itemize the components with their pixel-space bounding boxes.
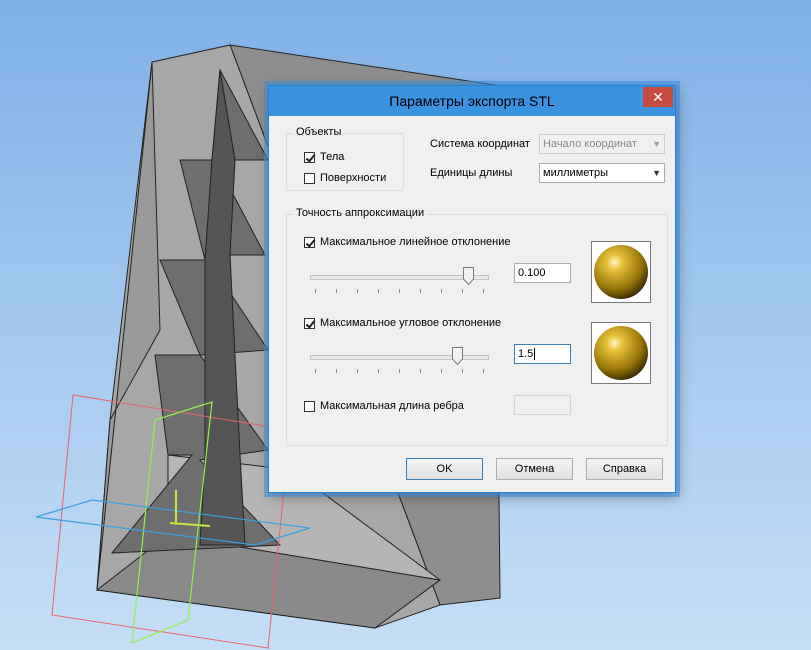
units-value: миллиметры xyxy=(543,167,609,179)
accuracy-group: Точность аппроксимации Максимальное лине… xyxy=(286,207,668,446)
close-icon: ✕ xyxy=(652,89,664,105)
edge-length-checkbox[interactable] xyxy=(304,401,315,412)
help-button[interactable]: Справка xyxy=(586,458,663,480)
surfaces-checkbox[interactable] xyxy=(304,173,315,184)
linear-deviation-checkbox[interactable] xyxy=(304,237,315,248)
sphere-preview-icon xyxy=(594,245,648,299)
accuracy-legend: Точность аппроксимации xyxy=(293,207,428,219)
bodies-label[interactable]: Тела xyxy=(320,151,344,163)
surfaces-label[interactable]: Поверхности xyxy=(320,172,386,184)
angular-deviation-checkbox[interactable] xyxy=(304,318,315,329)
edge-length-label[interactable]: Максимальная длина ребра xyxy=(320,400,464,412)
edge-length-input[interactable] xyxy=(514,395,571,415)
stl-export-dialog: Параметры экспорта STL ✕ Объекты Тела По… xyxy=(268,85,676,493)
coords-label: Система координат xyxy=(430,138,530,150)
close-button[interactable]: ✕ xyxy=(643,87,673,107)
dialog-client: Объекты Тела Поверхности Система координ… xyxy=(275,116,669,488)
angular-deviation-slider-thumb[interactable] xyxy=(452,347,463,365)
units-label: Единицы длины xyxy=(430,167,513,179)
angular-deviation-value: 1.5 xyxy=(518,348,534,360)
dialog-title: Параметры экспорта STL xyxy=(389,93,555,109)
text-caret xyxy=(534,348,536,361)
title-bar[interactable]: Параметры экспорта STL ✕ xyxy=(269,86,675,116)
angular-deviation-preview xyxy=(591,322,651,384)
bodies-checkbox[interactable] xyxy=(304,152,315,163)
linear-deviation-input[interactable]: 0.100 xyxy=(514,263,571,283)
ok-button[interactable]: OK xyxy=(406,458,483,480)
chevron-down-icon: ▼ xyxy=(652,139,661,149)
coords-value: Начало координат xyxy=(543,138,637,150)
linear-deviation-preview xyxy=(591,241,651,303)
coords-select[interactable]: Начало координат ▼ xyxy=(539,134,665,154)
cancel-button[interactable]: Отмена xyxy=(496,458,573,480)
chevron-down-icon: ▼ xyxy=(652,168,661,178)
linear-deviation-label[interactable]: Максимальное линейное отклонение xyxy=(320,236,511,248)
linear-deviation-slider-thumb[interactable] xyxy=(463,267,474,285)
linear-deviation-ticks xyxy=(315,289,485,294)
angular-deviation-ticks xyxy=(315,369,485,374)
linear-deviation-value: 0.100 xyxy=(518,267,546,279)
angular-deviation-label[interactable]: Максимальное угловое отклонение xyxy=(320,317,501,329)
units-select[interactable]: миллиметры ▼ xyxy=(539,163,665,183)
objects-legend: Объекты xyxy=(293,126,345,138)
angular-deviation-input[interactable]: 1.5 xyxy=(514,344,571,364)
objects-group: Объекты Тела Поверхности xyxy=(286,126,404,191)
sphere-preview-icon xyxy=(594,326,648,380)
